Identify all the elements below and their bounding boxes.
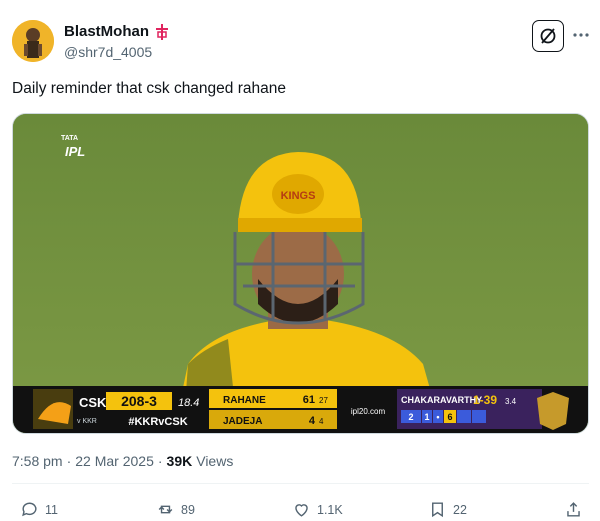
scoreboard: CSK v KKR 208-3 18.4 #KKRvCSK RAHANE 61 … — [13, 386, 588, 433]
overs-text: 18.4 — [178, 397, 199, 409]
helmet-badge-text: KINGS — [281, 190, 316, 202]
more-options-icon[interactable] — [572, 26, 590, 44]
tweet-media-image[interactable]: KINGS TATA IPL CSK v KKR 208-3 18.4 #KKR… — [12, 113, 589, 434]
team-score: 208-3 — [121, 393, 157, 409]
batter1-balls: 27 — [319, 396, 328, 405]
repost-button[interactable]: 89 — [156, 500, 195, 519]
tweet-date[interactable]: 22 Mar 2025 — [75, 453, 154, 469]
svg-text:IPL: IPL — [65, 144, 85, 159]
user-handle[interactable]: @shr7d_4005 — [64, 44, 152, 60]
svg-text:2: 2 — [408, 412, 413, 422]
batter2-runs: 4 — [309, 415, 316, 427]
action-bar: 11 89 1.1K 22 — [12, 500, 589, 520]
svg-text:TATA: TATA — [61, 135, 78, 142]
avatar[interactable] — [12, 20, 54, 62]
like-count: 1.1K — [317, 502, 343, 517]
tweet-header: BlastMohan @shr7d_4005 — [12, 16, 590, 66]
batter1-name: RAHANE — [223, 395, 266, 406]
bookmark-button[interactable]: 22 — [428, 500, 467, 519]
bowler-overs: 3.4 — [505, 397, 517, 406]
svg-text:6: 6 — [447, 412, 452, 422]
kkr-emblem — [537, 392, 569, 430]
svg-text:1: 1 — [424, 412, 429, 422]
bowler-name: CHAKARAVARTHY — [401, 395, 482, 405]
display-name[interactable]: BlastMohan — [64, 23, 149, 40]
team-name: CSK — [79, 395, 107, 410]
versus-text: v KKR — [77, 418, 97, 425]
temple-flag-icon — [155, 23, 169, 40]
meta-separator: · — [157, 453, 163, 469]
divider — [12, 483, 589, 484]
views-label: Views — [196, 453, 234, 469]
reply-icon — [22, 502, 37, 517]
heart-icon — [295, 504, 308, 517]
tweet-meta: 7:58 pm · 22 Mar 2025 · 39K Views — [12, 453, 233, 469]
reply-button[interactable]: 11 — [20, 500, 58, 519]
helmet-badge: KINGS — [272, 174, 324, 214]
reply-count: 11 — [45, 502, 58, 517]
meta-separator: · — [66, 453, 72, 469]
batter2-balls: 4 — [319, 417, 324, 426]
tweet-time[interactable]: 7:58 pm — [12, 453, 63, 469]
tweet-text: Daily reminder that csk changed rahane — [12, 80, 286, 97]
repost-icon — [158, 505, 173, 514]
bookmark-count: 22 — [453, 502, 467, 517]
batter1-runs: 61 — [303, 394, 315, 406]
grok-icon — [540, 28, 556, 44]
cricket-broadcast-frame: KINGS TATA IPL CSK v KKR 208-3 18.4 #KKR… — [13, 114, 588, 433]
svg-text:•: • — [436, 412, 439, 422]
share-icon — [567, 502, 580, 517]
name-row: BlastMohan — [64, 23, 169, 40]
share-button[interactable] — [564, 500, 583, 519]
bowler-figures: 1-39 — [473, 393, 497, 407]
repost-count: 89 — [181, 502, 195, 517]
batter2-name: JADEJA — [223, 416, 262, 427]
sponsor-text: ipl20.com — [351, 407, 386, 416]
hashtag-text: #KKRvCSK — [128, 416, 187, 428]
bookmark-icon — [432, 502, 443, 518]
grok-button[interactable] — [532, 20, 564, 52]
views-count: 39K — [166, 453, 193, 469]
like-button[interactable]: 1.1K — [292, 500, 343, 519]
